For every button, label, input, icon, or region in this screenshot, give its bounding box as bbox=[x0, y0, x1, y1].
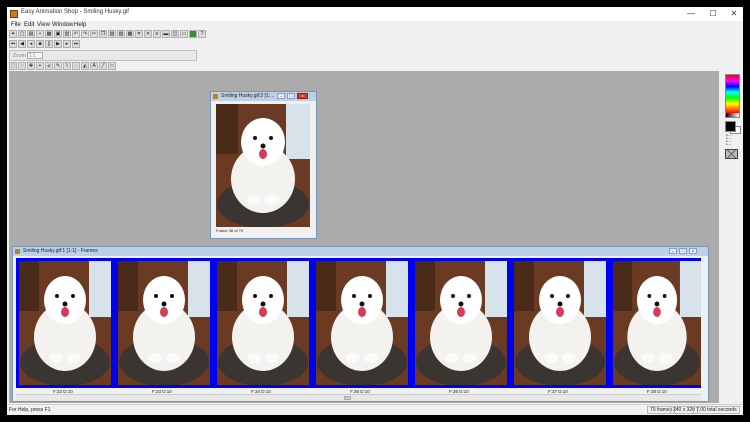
save-icon[interactable]: ▪ bbox=[36, 30, 44, 38]
frames-horizontal-scrollbar[interactable] bbox=[16, 394, 701, 401]
frame-strip-icon[interactable]: ▭ bbox=[180, 30, 188, 38]
line-icon[interactable]: ╱ bbox=[99, 62, 107, 70]
foreground-color-swatch[interactable] bbox=[725, 121, 736, 132]
paste-icon[interactable]: ▧ bbox=[108, 30, 116, 38]
open-icon[interactable]: ▤ bbox=[27, 30, 35, 38]
preview-frame-image bbox=[216, 104, 310, 227]
save-all-icon[interactable]: ▣ bbox=[54, 30, 62, 38]
preview-title: Smiling Husky.gif:2 [1:... bbox=[221, 93, 275, 99]
frames-maximize-button[interactable]: □ bbox=[679, 248, 687, 254]
frames-doc-icon bbox=[15, 249, 20, 254]
wizard-icon[interactable]: ✦ bbox=[9, 30, 17, 38]
preview-title-bar[interactable]: Smiling Husky.gif:2 [1:... – □ x bbox=[211, 92, 316, 101]
frame-thumbnail[interactable] bbox=[19, 261, 111, 386]
frame-thumbnail[interactable] bbox=[217, 261, 309, 386]
next-frame-icon[interactable]: ▸ bbox=[63, 40, 71, 48]
crosshair-icon[interactable]: + bbox=[36, 62, 44, 70]
frames-minimize-button[interactable]: – bbox=[669, 248, 677, 254]
frames-strip bbox=[16, 258, 701, 388]
undo-icon[interactable]: ↶ bbox=[72, 30, 80, 38]
menu-bar: File Edit View Window Help bbox=[7, 21, 743, 30]
frames-window[interactable]: Smiling Husky.gif:1 [1:1] - Frames – □ x… bbox=[12, 246, 709, 402]
transparent-color-icon[interactable] bbox=[725, 149, 738, 159]
menu-file[interactable]: File bbox=[11, 22, 21, 28]
lasso-icon[interactable]: ◌ bbox=[18, 62, 26, 70]
preview-window[interactable]: Smiling Husky.gif:2 [1:... – □ x Frame 3… bbox=[210, 91, 317, 239]
rectangle-icon[interactable]: □ bbox=[108, 62, 116, 70]
preview-minimize-button[interactable]: – bbox=[277, 93, 285, 99]
tools-toolbar: ⬚ ◌ ✥ + ⌀ ✎ ⌇ ∴ ◭ A ╱ □ bbox=[9, 62, 116, 71]
stop-icon[interactable]: ■ bbox=[36, 40, 44, 48]
menu-edit[interactable]: Edit bbox=[24, 22, 34, 28]
duplicate-icon[interactable]: ▩ bbox=[126, 30, 134, 38]
zoom-bar: Zoom 1:1 bbox=[9, 50, 197, 61]
status-duration: 7.00 total seconds bbox=[693, 406, 740, 414]
maximize-button[interactable]: ☐ bbox=[704, 7, 722, 21]
disk-icon[interactable]: ▥ bbox=[63, 30, 71, 38]
close-button[interactable]: ✕ bbox=[725, 7, 743, 21]
menu-window[interactable]: Window bbox=[52, 22, 73, 28]
frame-thumbnail[interactable] bbox=[514, 261, 606, 386]
brush-size-option[interactable]: ● — bbox=[726, 143, 738, 146]
prev-frame-icon[interactable]: ◀ bbox=[18, 40, 26, 48]
app-icon bbox=[10, 10, 18, 18]
menu-help[interactable]: Help bbox=[74, 22, 86, 28]
last-frame-icon[interactable]: ⏭ bbox=[72, 40, 80, 48]
status-help-text: For Help, press F1 bbox=[9, 407, 51, 413]
select-icon[interactable]: ⬚ bbox=[9, 62, 17, 70]
frame-thumbnail[interactable] bbox=[613, 261, 701, 386]
pause-icon[interactable]: ∥ bbox=[45, 40, 53, 48]
preview-close-button[interactable]: x bbox=[297, 93, 308, 99]
airbrush-icon[interactable]: ∴ bbox=[72, 62, 80, 70]
crop-icon[interactable]: ⌗ bbox=[135, 30, 143, 38]
paste-frame-icon[interactable]: ▨ bbox=[117, 30, 125, 38]
playback-toolbar: ⏮ ◀ ◂ ■ ∥ ▶ ▸ ⏭ bbox=[9, 40, 80, 49]
main-toolbar: ✦ ▢ ▤ ▪ ▦ ▣ ▥ ↶ ↷ ✂ ❐ ▧ ▨ ▩ ⌗ ✕ ≡ ▬ ◫ ▭ … bbox=[9, 30, 206, 39]
dropper-icon[interactable]: ⌀ bbox=[45, 62, 53, 70]
frame-thumbnail[interactable] bbox=[118, 261, 210, 386]
zoom-label: Zoom bbox=[13, 53, 26, 59]
frame-thumbnail[interactable] bbox=[316, 261, 408, 386]
new-icon[interactable]: ▢ bbox=[18, 30, 26, 38]
fill-icon[interactable]: ◭ bbox=[81, 62, 89, 70]
text-icon[interactable]: A bbox=[90, 62, 98, 70]
play-icon[interactable]: ▶ bbox=[54, 40, 62, 48]
copy-icon[interactable]: ❐ bbox=[99, 30, 107, 38]
status-bar: For Help, press F1 70 frames 240 x 320 7… bbox=[7, 404, 743, 415]
grayscale-palette[interactable] bbox=[725, 113, 740, 118]
frame-thumbnail[interactable] bbox=[415, 261, 507, 386]
print-icon[interactable]: ▦ bbox=[45, 30, 53, 38]
image-icon[interactable]: ▬ bbox=[162, 30, 170, 38]
frames-title-bar[interactable]: Smiling Husky.gif:1 [1:1] - Frames – □ x bbox=[13, 247, 708, 256]
green-frame-icon[interactable] bbox=[189, 30, 197, 38]
color-panel: ● — ● — ● — ● — bbox=[722, 71, 743, 403]
help-pointer-icon[interactable]: ? bbox=[198, 30, 206, 38]
frames-title: Smiling Husky.gif:1 [1:1] - Frames bbox=[23, 248, 98, 254]
app-window: Easy Animation Shop - Smiling Husky.gif … bbox=[7, 7, 743, 415]
title-bar: Easy Animation Shop - Smiling Husky.gif … bbox=[7, 7, 743, 22]
resize-icon[interactable]: ◫ bbox=[171, 30, 179, 38]
scroll-thumb[interactable] bbox=[344, 396, 351, 400]
mdi-workspace: Smiling Husky.gif:2 [1:... – □ x Frame 3… bbox=[9, 71, 719, 403]
step-back-icon[interactable]: ◂ bbox=[27, 40, 35, 48]
menu-view[interactable]: View bbox=[37, 22, 50, 28]
minimize-button[interactable]: — bbox=[682, 7, 700, 21]
color-palette[interactable] bbox=[725, 74, 740, 114]
preview-maximize-button[interactable]: □ bbox=[287, 93, 295, 99]
first-frame-icon[interactable]: ⏮ bbox=[9, 40, 17, 48]
delete-frame-icon[interactable]: ✕ bbox=[144, 30, 152, 38]
window-title: Easy Animation Shop - Smiling Husky.gif bbox=[21, 9, 129, 15]
redo-icon[interactable]: ↷ bbox=[81, 30, 89, 38]
brush-icon[interactable]: ⌇ bbox=[63, 62, 71, 70]
optimize-icon[interactable]: ≡ bbox=[153, 30, 161, 38]
preview-doc-icon bbox=[213, 94, 218, 99]
cut-icon[interactable]: ✂ bbox=[90, 30, 98, 38]
frames-close-button[interactable]: x bbox=[689, 248, 697, 254]
pencil-icon[interactable]: ✎ bbox=[54, 62, 62, 70]
zoom-select[interactable]: 1:1 bbox=[27, 52, 43, 59]
move-icon[interactable]: ✥ bbox=[27, 62, 35, 70]
preview-frame-caption: Frame 38 of 70 bbox=[216, 228, 244, 233]
